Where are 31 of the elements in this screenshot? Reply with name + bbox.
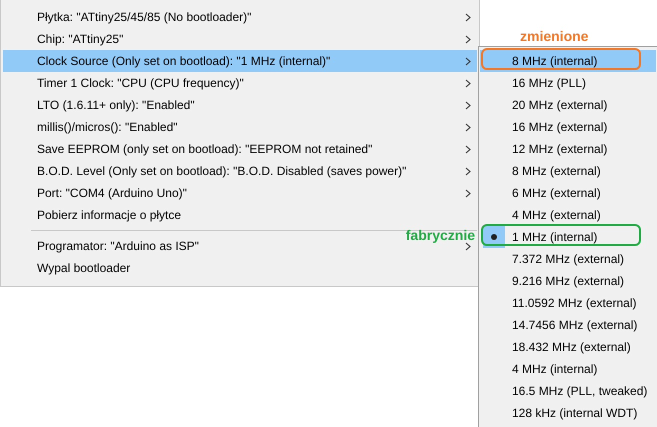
submenu-item[interactable]: 14.7456 MHz (external) <box>480 314 656 336</box>
menu-item[interactable]: Save EEPROM (only set on bootload): "EEPROM not retained" <box>37 142 372 156</box>
menu-item[interactable]: B.O.D. Level (Only set on bootload): "B.O.D. Disabled (saves power)" <box>37 164 406 178</box>
menu-item[interactable]: LTO (1.6.11+ only): "Enabled" <box>37 98 195 112</box>
submenu-item[interactable]: 4 MHz (external) <box>480 204 656 226</box>
menu-item[interactable]: Chip: "ATtiny25" <box>37 32 124 46</box>
submenu-item[interactable]: 128 kHz (internal WDT) <box>480 402 656 424</box>
menu-item[interactable]: Płytka: "ATtiny25/45/85 (No bootloader)" <box>37 10 252 24</box>
annotation-label: zmienione <box>520 28 588 44</box>
submenu-item[interactable]: 8 MHz (internal) <box>480 50 656 72</box>
submenu-item[interactable]: 16 MHz (external) <box>480 116 656 138</box>
submenu-item[interactable]: 9.216 MHz (external) <box>480 270 656 292</box>
submenu-item[interactable]: 18.432 MHz (external) <box>480 336 656 358</box>
menu-item[interactable]: Programator: "Arduino as ISP" <box>37 239 199 253</box>
annotation-label: fabrycznie <box>406 227 475 243</box>
submenu-item[interactable]: 16 MHz (PLL) <box>480 72 656 94</box>
menu-item[interactable]: Pobierz informacje o płytce <box>37 208 182 222</box>
submenu-item[interactable]: 16.5 MHz (PLL, tweaked) <box>480 380 656 402</box>
submenu-item[interactable]: 4 MHz (internal) <box>480 358 656 380</box>
menu-item[interactable]: Clock Source (Only set on bootload): "1 MHz (internal)" <box>3 50 477 72</box>
submenu-item[interactable]: 1 MHz (internal) <box>480 226 656 248</box>
menu-item[interactable]: Wypal bootloader <box>37 261 130 275</box>
menu-item[interactable]: millis()/micros(): "Enabled" <box>37 120 178 134</box>
submenu-item[interactable]: 12 MHz (external) <box>480 138 656 160</box>
menu-item[interactable]: Timer 1 Clock: "CPU (CPU frequency)" <box>37 76 244 90</box>
menu-item[interactable]: Port: "COM4 (Arduino Uno)" <box>37 186 187 200</box>
submenu-item[interactable]: 11.0592 MHz (external) <box>480 292 656 314</box>
submenu-item[interactable]: 20 MHz (external) <box>480 94 656 116</box>
submenu-item[interactable]: 7.372 MHz (external) <box>480 248 656 270</box>
submenu-item[interactable]: 8 MHz (external) <box>480 160 656 182</box>
submenu-item[interactable]: 6 MHz (external) <box>480 182 656 204</box>
